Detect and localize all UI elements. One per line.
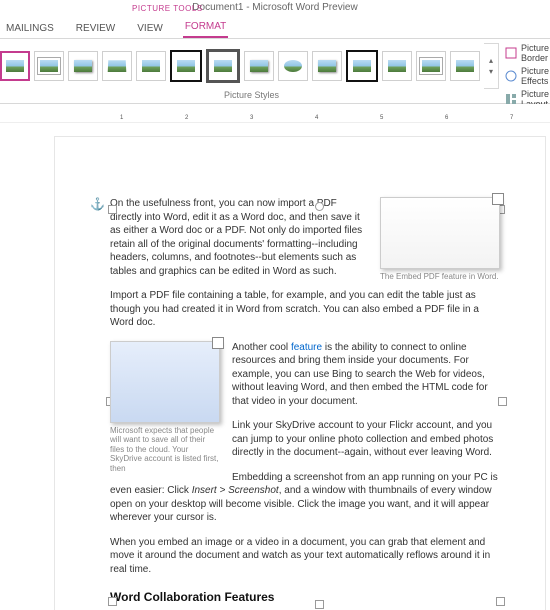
selection-handle[interactable]	[498, 397, 507, 406]
inline-link[interactable]: feature	[291, 342, 322, 353]
figure-caption: The Embed PDF feature in Word.	[380, 272, 500, 282]
section-heading[interactable]: Word Collaboration Features	[110, 589, 500, 605]
picture-border-label: Picture Border	[521, 43, 549, 63]
picture-border-button[interactable]: Picture Border ▾	[505, 43, 550, 63]
picture-style-option[interactable]	[278, 51, 308, 81]
ruler-tick: 6	[445, 115, 448, 121]
selection-handle[interactable]	[315, 202, 324, 211]
picture-style-option[interactable]	[34, 51, 64, 81]
ribbon-group-caption: Picture Styles	[0, 89, 503, 103]
picture-style-option[interactable]	[244, 51, 274, 81]
ribbon: ▴ ▾ Picture Styles Picture Border ▾ Pict…	[0, 39, 550, 104]
body-paragraph[interactable]: Embedding a screenshot from an app runni…	[110, 471, 500, 525]
picture-style-option[interactable]	[206, 49, 240, 83]
selection-handle[interactable]	[108, 597, 117, 606]
picture-effects-label: Picture Effects	[521, 66, 549, 86]
ruler-tick: 4	[315, 115, 318, 121]
body-paragraph[interactable]: Import a PDF file containing a table, fo…	[110, 289, 500, 330]
picture-style-option[interactable]	[346, 50, 378, 82]
selection-handle[interactable]	[108, 205, 117, 214]
italic-span: Insert > Screenshot	[192, 485, 279, 496]
tab-view[interactable]: VIEW	[135, 23, 165, 38]
anchor-icon[interactable]: ⚓	[90, 197, 105, 211]
document-page[interactable]: ⚓ The Embed PDF feature in Word. On the …	[55, 137, 545, 610]
figure-skydrive[interactable]: Microsoft expects that people will want …	[110, 341, 220, 474]
picture-border-icon	[505, 47, 517, 59]
picture-style-option[interactable]	[170, 50, 202, 82]
picture-style-option[interactable]	[312, 51, 342, 81]
chevron-up-icon: ▴	[489, 56, 493, 65]
ruler-tick: 5	[380, 115, 383, 121]
document-canvas[interactable]: ⚓ The Embed PDF feature in Word. On the …	[0, 123, 550, 610]
ruler-tick: 3	[250, 115, 253, 121]
contextual-tool-tab: PICTURE TOOLS	[132, 4, 203, 13]
horizontal-ruler[interactable]: 1 2 3 4 5 6 7	[0, 104, 550, 123]
picture-styles-group: ▴ ▾ Picture Styles	[0, 39, 503, 103]
picture-style-option[interactable]	[382, 51, 412, 81]
ruler-tick: 2	[185, 115, 188, 121]
picture-style-gallery: ▴ ▾	[0, 39, 503, 89]
ruler-tick: 7	[510, 115, 513, 121]
figure-caption: Microsoft expects that people will want …	[110, 426, 220, 474]
picture-style-option[interactable]	[450, 51, 480, 81]
tab-format[interactable]: FORMAT	[183, 21, 228, 38]
picture-effects-button[interactable]: Picture Effects ▾	[505, 66, 550, 86]
ribbon-tabs: PICTURE TOOLS MAILINGS REVIEW VIEW FORMA…	[0, 16, 550, 39]
body-paragraph[interactable]: When you embed an image or a video in a …	[110, 536, 500, 577]
picture-style-option[interactable]	[416, 51, 446, 81]
picture-style-option[interactable]	[68, 51, 98, 81]
picture-format-group: Picture Border ▾ Picture Effects ▾ Pictu…	[503, 39, 550, 103]
figure-image[interactable]	[380, 197, 500, 269]
figure-image[interactable]	[110, 341, 220, 423]
picture-effects-icon	[505, 70, 517, 82]
picture-style-option[interactable]	[102, 51, 132, 81]
document-body[interactable]: The Embed PDF feature in Word. On the us…	[110, 197, 500, 610]
gallery-expand-button[interactable]: ▴ ▾	[484, 43, 499, 89]
selection-handle[interactable]	[496, 597, 505, 606]
figure-embed-pdf[interactable]: The Embed PDF feature in Word.	[380, 197, 500, 282]
window-title: Document1 - Microsoft Word Preview	[0, 0, 550, 16]
selection-handle[interactable]	[315, 600, 324, 609]
tab-review[interactable]: REVIEW	[74, 23, 117, 38]
text-span: Another cool	[232, 342, 291, 353]
tab-mailings[interactable]: MAILINGS	[4, 23, 56, 38]
chevron-down-icon: ▾	[489, 67, 493, 76]
picture-style-option[interactable]	[136, 51, 166, 81]
ruler-tick: 1	[120, 115, 123, 121]
picture-style-option[interactable]	[0, 51, 30, 81]
